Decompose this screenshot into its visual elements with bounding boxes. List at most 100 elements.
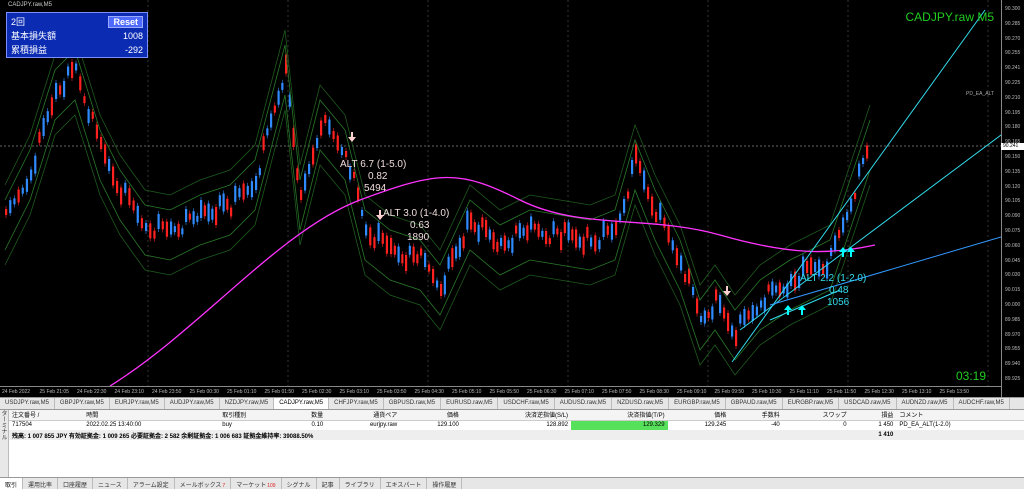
time-tick: 25 Feb 21:05 bbox=[39, 389, 69, 395]
column-header[interactable]: スワップ bbox=[782, 410, 850, 421]
terminal-tab[interactable]: アラーム設定 bbox=[128, 478, 175, 489]
column-header[interactable]: 決済指値(T/P) bbox=[571, 410, 668, 421]
time-tick: 24 Feb 23:50 bbox=[152, 389, 182, 395]
candle bbox=[173, 226, 176, 233]
candle bbox=[511, 237, 514, 253]
terminal-tab[interactable]: ライブラリ bbox=[340, 478, 381, 489]
candle bbox=[447, 256, 450, 269]
terminal-tab[interactable]: 操作履歴 bbox=[427, 478, 463, 489]
column-header[interactable]: 注文番号 / bbox=[9, 410, 84, 421]
terminal-tab[interactable]: 取引 bbox=[0, 478, 24, 489]
terminal-tab[interactable]: 口座履歴 bbox=[58, 478, 94, 489]
candle bbox=[320, 120, 323, 136]
balance-comment-empty bbox=[896, 430, 1024, 440]
price-scale[interactable]: 90.300 90.285 90.270 90.255 90.241 90.225 90.2… bbox=[1001, 0, 1024, 397]
candle bbox=[170, 221, 173, 235]
price-tick: 90.270 bbox=[1005, 35, 1021, 42]
candle bbox=[13, 198, 16, 205]
time-tick: 24 Feb 2022 bbox=[2, 389, 31, 395]
terminal-tab[interactable]: エキスパート bbox=[381, 478, 428, 489]
terminal-tab[interactable]: ニュース bbox=[93, 478, 128, 489]
candle bbox=[211, 208, 214, 220]
candle bbox=[537, 223, 540, 237]
time-tick: 25 Feb 01:10 bbox=[227, 389, 257, 395]
candle bbox=[304, 173, 307, 191]
column-header[interactable]: 数量 bbox=[286, 410, 327, 421]
trend-line bbox=[731, 9, 986, 363]
candle bbox=[590, 237, 593, 247]
time-tick: 25 Feb 02:30 bbox=[302, 389, 332, 395]
column-header[interactable]: 時間 bbox=[83, 410, 220, 421]
candle bbox=[188, 213, 191, 220]
candle bbox=[71, 62, 74, 78]
terminal-tab-label: ニュース bbox=[98, 483, 122, 489]
candle bbox=[635, 144, 638, 164]
order-cell: 129.329 bbox=[571, 420, 668, 430]
price-tick: 90.045 bbox=[1005, 257, 1021, 264]
terminal-tab[interactable]: 運用比率 bbox=[23, 478, 59, 489]
candle bbox=[270, 113, 273, 128]
orders-header-row: 注文番号 / 時間 取引種別 数量 通貨ペア 価格 決済逆指値(S/L) 決済指値(T/P) 価… bbox=[9, 410, 1024, 421]
candle bbox=[87, 109, 90, 123]
order-cell: 129.100 bbox=[437, 422, 459, 429]
candle bbox=[533, 223, 536, 230]
column-header[interactable]: 損益 bbox=[849, 410, 897, 421]
annotation-line: 0.82 bbox=[368, 171, 388, 182]
candle bbox=[222, 193, 225, 212]
candle bbox=[95, 124, 99, 139]
column-header[interactable]: 決済逆指値(S/L) bbox=[461, 410, 572, 421]
candle bbox=[424, 253, 427, 267]
candle bbox=[242, 183, 245, 200]
column-header[interactable]: 価格 bbox=[400, 410, 462, 421]
table-row[interactable]: 717504 2022.02.25 13:40:00 buy 0.10 eurjpy.r… bbox=[9, 420, 1024, 430]
candle bbox=[408, 245, 411, 255]
candle bbox=[377, 223, 380, 241]
candle bbox=[719, 295, 722, 313]
candle bbox=[775, 285, 778, 293]
candle bbox=[108, 159, 111, 171]
candle bbox=[373, 237, 376, 249]
price-chart[interactable]: CADJPY.raw,M5 CADJPY.raw M5 PD_EA_ALT 03… bbox=[0, 0, 1024, 397]
candle bbox=[207, 203, 210, 222]
candle bbox=[763, 297, 766, 312]
candle bbox=[120, 187, 123, 205]
column-header[interactable]: コメント bbox=[896, 410, 1024, 421]
candle bbox=[707, 312, 710, 318]
reset-button[interactable]: Reset bbox=[108, 15, 143, 28]
terminal-tab[interactable]: メールボックス7 bbox=[175, 478, 232, 489]
terminal-panel: ターミナル 注文番号 / 時間 取引種別 数量 通貨ペア 価格 決済逆指値(S/L) 決済指値… bbox=[0, 409, 1024, 478]
candle bbox=[838, 230, 841, 238]
terminal-tab[interactable]: マーケット109 bbox=[231, 478, 282, 489]
candle bbox=[842, 217, 845, 233]
price-tick: 90.000 bbox=[1005, 302, 1021, 308]
candle bbox=[25, 178, 29, 192]
candle bbox=[567, 222, 570, 241]
order-cell: eurjpy.raw bbox=[369, 422, 398, 429]
column-header[interactable]: 取引種別 bbox=[219, 410, 287, 421]
candle bbox=[806, 261, 809, 273]
candle bbox=[743, 309, 746, 325]
terminal-tab[interactable]: 記事 bbox=[317, 478, 340, 489]
ea-info-panel: 2回 Reset 基本損失額 1008 累積損益 -292 bbox=[6, 12, 148, 58]
candle bbox=[548, 238, 551, 245]
column-header[interactable]: 価格 bbox=[667, 410, 730, 421]
column-header[interactable]: 手数料 bbox=[729, 410, 783, 421]
annotation-line: ALT 6.7 (1-5.0) bbox=[340, 159, 407, 170]
time-scale[interactable]: 24 Feb 2022 25 Feb 21:05 24 Feb 22:30 24 Fe… bbox=[0, 386, 1001, 397]
chart-canvas[interactable] bbox=[0, 0, 1001, 386]
candle bbox=[281, 82, 284, 90]
price-tick: 89.970 bbox=[1005, 331, 1021, 338]
terminal-tab[interactable]: シグナル bbox=[282, 478, 317, 489]
base-loss-label: 基本損失額 bbox=[11, 31, 57, 41]
candle bbox=[218, 195, 221, 207]
mt4-window: CADJPY.raw,M5 CADJPY.raw M5 PD_EA_ALT 03… bbox=[0, 0, 1024, 489]
column-header[interactable]: 通貨ペア bbox=[326, 410, 401, 421]
candle bbox=[9, 200, 12, 214]
price-tick: 90.225 bbox=[1005, 80, 1021, 86]
terminal-tab-label: エキスパート bbox=[385, 483, 422, 489]
candle bbox=[810, 257, 813, 275]
candle bbox=[332, 131, 335, 139]
candle bbox=[30, 169, 33, 181]
candle bbox=[230, 207, 233, 217]
candle bbox=[75, 63, 78, 71]
